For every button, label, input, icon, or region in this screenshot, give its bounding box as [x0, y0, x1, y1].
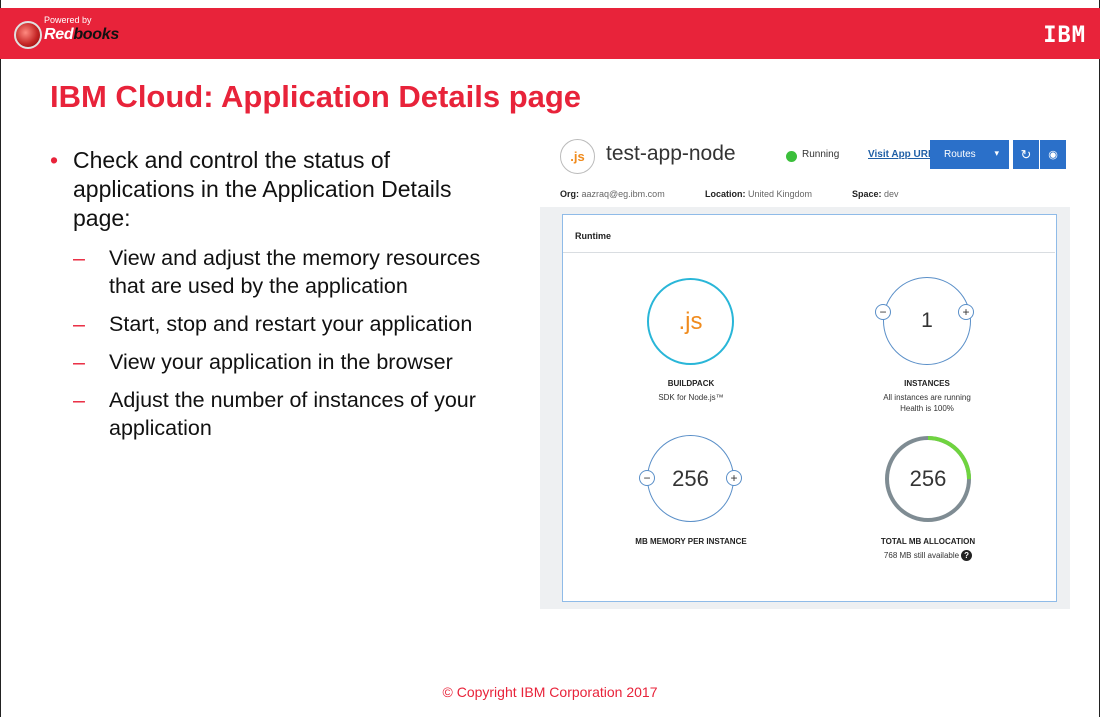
sub-bullet-text: View and adjust the memory resources tha…	[109, 246, 481, 298]
dash-icon: –	[73, 388, 85, 412]
routes-label: Routes	[944, 149, 976, 160]
instances-label: INSTANCES	[904, 379, 950, 388]
nodejs-app-icon: .js	[560, 139, 595, 174]
space-meta: Space: dev	[852, 189, 899, 199]
sub-bullet: – Adjust the number of instances of your …	[73, 386, 490, 442]
sub-bullet: – View and adjust the memory resources th…	[73, 244, 490, 300]
buildpack-sub: SDK for Node.js™	[658, 393, 724, 402]
total-sub: 768 MB still available?	[828, 550, 1028, 562]
stop-button[interactable]: ◉	[1040, 140, 1066, 169]
runtime-panel-area: Runtime .js BUILDPACK SDK for Node.js™ 1…	[540, 207, 1070, 609]
sub-bullet-text: Adjust the number of instances of your a…	[109, 388, 476, 440]
location-label: Location:	[705, 189, 746, 199]
org-value: aazraq@eg.ibm.com	[581, 189, 665, 199]
restart-icon: ↻	[1020, 146, 1032, 162]
dash-icon: –	[73, 350, 85, 374]
total-value: 256	[909, 466, 947, 491]
org-label: Org:	[560, 189, 579, 199]
app-name: test-app-node	[606, 142, 736, 165]
slide-title: IBM Cloud: Application Details page	[50, 79, 582, 114]
redbooks-wordmark: Redbooks	[44, 26, 119, 44]
redbooks-word-rest: books	[73, 26, 119, 43]
plus-icon[interactable]: +	[726, 470, 742, 486]
runtime-title: Runtime	[575, 231, 611, 241]
sub-bullet: – View your application in the browser	[73, 348, 490, 376]
status-text: Running	[802, 149, 840, 160]
dash-icon: –	[73, 246, 85, 270]
memory-label: MB MEMORY PER INSTANCE	[635, 537, 747, 546]
routes-button[interactable]: Routes ▾	[930, 140, 1009, 169]
instances-sub2: Health is 100%	[900, 404, 954, 413]
bullet-dot-icon: •	[50, 147, 59, 173]
visit-app-url-link[interactable]: Visit App URL	[868, 149, 934, 160]
buildpack-js-icon: .js	[678, 307, 703, 335]
running-status-icon	[786, 151, 797, 162]
stop-icon: ◉	[1048, 149, 1058, 161]
runtime-card: Runtime .js BUILDPACK SDK for Node.js™ 1…	[562, 214, 1057, 602]
sub-bullet-list: – View and adjust the memory resources th…	[50, 244, 490, 442]
space-value: dev	[884, 189, 899, 199]
header-bar: Powered by Redbooks IBM	[0, 8, 1100, 59]
total-sub-text: 768 MB still available	[883, 551, 960, 560]
total-label: TOTAL MB ALLOCATION	[880, 537, 976, 546]
ibm-logo: IBM	[1043, 23, 1086, 48]
help-icon[interactable]: ?	[961, 550, 973, 562]
space-label: Space:	[852, 189, 882, 199]
redbooks-word-red: Red	[44, 26, 74, 43]
location-value: United Kingdom	[748, 189, 813, 199]
memory-circle: 256	[647, 435, 734, 522]
copyright-footer: © Copyright IBM Corporation 2017	[442, 684, 658, 700]
redbooks-disc-icon	[14, 21, 42, 49]
instances-circle: 1	[883, 277, 971, 365]
location-meta: Location: United Kingdom	[705, 189, 812, 199]
instances-value: 1	[921, 309, 933, 332]
app-header: .js test-app-node Running Visit App URL …	[540, 133, 1070, 208]
org-meta: Org: aazraq@eg.ibm.com	[560, 189, 665, 199]
buildpack-circle: .js	[647, 278, 734, 365]
total-value-wrap: 256	[883, 434, 973, 524]
sub-bullet-text: Start, stop and restart your application	[109, 312, 473, 336]
powered-by-text: Powered by	[44, 15, 92, 25]
memory-value: 256	[672, 465, 709, 491]
instances-sub1: All instances are running	[883, 393, 971, 402]
minus-icon[interactable]: −	[639, 470, 655, 486]
main-bullet-text: Check and control the status of applicat…	[73, 147, 452, 231]
app-details-screenshot: .js test-app-node Running Visit App URL …	[540, 133, 1070, 609]
redbooks-logo: Powered by Redbooks	[14, 13, 134, 53]
main-bullet: • Check and control the status of applic…	[50, 146, 490, 233]
chevron-down-icon: ▾	[994, 148, 999, 158]
plus-icon[interactable]: +	[958, 304, 974, 320]
divider	[563, 252, 1055, 253]
sub-bullet: – Start, stop and restart your applicatio…	[73, 310, 490, 338]
restart-button[interactable]: ↻	[1013, 140, 1039, 169]
sub-bullet-text: View your application in the browser	[109, 350, 453, 374]
bullet-list: • Check and control the status of applic…	[50, 146, 490, 452]
buildpack-label: BUILDPACK	[667, 379, 715, 388]
minus-icon[interactable]: −	[875, 304, 891, 320]
dash-icon: –	[73, 312, 85, 336]
